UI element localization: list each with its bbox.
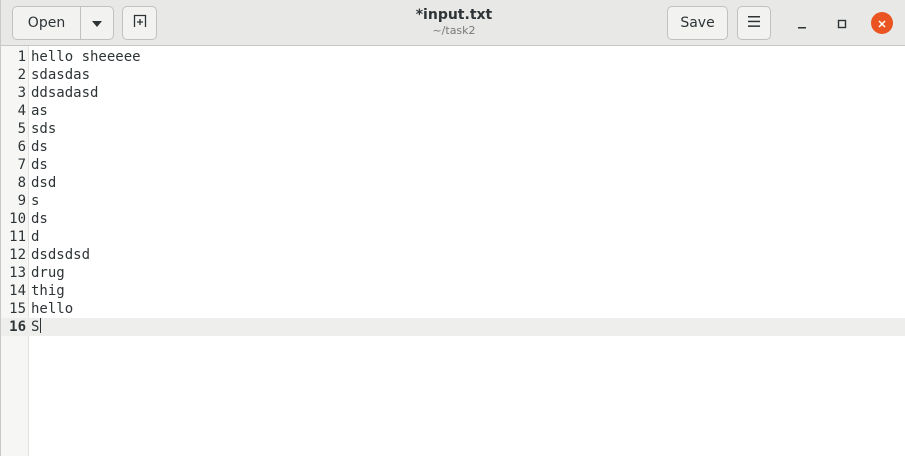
- line-text: sdasdas: [31, 67, 91, 83]
- save-button-label: Save: [680, 15, 715, 31]
- editor-line[interactable]: 11 d: [1, 228, 905, 246]
- line-text: drug: [31, 265, 65, 281]
- line-text: ds: [31, 139, 48, 155]
- text-editor-window: Open *input.txt ~/task2 Save 1 hello she…: [0, 0, 905, 456]
- editor-line[interactable]: 13 drug: [1, 264, 905, 282]
- line-number: 4: [17, 103, 26, 119]
- maximize-icon: [837, 14, 847, 33]
- line-text: ds: [31, 211, 48, 227]
- line-text: hello: [31, 301, 74, 317]
- text-cursor: [40, 318, 42, 333]
- line-number: 13: [9, 265, 26, 281]
- line-number: 12: [9, 247, 26, 263]
- line-text: sds: [31, 121, 57, 137]
- line-number: 10: [9, 211, 26, 227]
- editor-line[interactable]: 7 ds: [1, 156, 905, 174]
- line-number: 11: [9, 229, 26, 245]
- editor-line[interactable]: 5 sds: [1, 120, 905, 138]
- editor-line[interactable]: 12 dsdsdsd: [1, 246, 905, 264]
- line-text: d: [31, 229, 40, 245]
- open-recent-dropdown-button[interactable]: [80, 6, 114, 40]
- save-button[interactable]: Save: [667, 6, 728, 40]
- line-text: ds: [31, 157, 48, 173]
- editor-line[interactable]: 9s: [1, 192, 905, 210]
- editor-lines: 1 hello sheeeee 2 sdasdas 3 ddsadasd 4 as 5s…: [1, 48, 905, 336]
- minimize-button[interactable]: [791, 12, 813, 34]
- line-text: dsdsdsd: [31, 247, 91, 263]
- hamburger-menu-icon: [748, 15, 760, 31]
- editor-line[interactable]: 14 thig: [1, 282, 905, 300]
- line-number: 1: [17, 49, 26, 65]
- editor-line[interactable]: 2 sdasdas: [1, 66, 905, 84]
- line-number: 14: [9, 283, 26, 299]
- minimize-icon: [797, 14, 807, 33]
- main-menu-button[interactable]: [737, 6, 771, 40]
- new-tab-button[interactable]: [122, 6, 157, 40]
- line-text: ddsadasd: [31, 85, 99, 101]
- line-text: hello sheeeee: [31, 49, 141, 65]
- editor-line[interactable]: 4 as: [1, 102, 905, 120]
- editor-line[interactable]: 8 dsd: [1, 174, 905, 192]
- editor-line-current[interactable]: 16 S: [1, 318, 905, 336]
- line-text: S: [31, 319, 40, 335]
- maximize-button[interactable]: [831, 12, 853, 34]
- line-number: 7: [17, 157, 26, 173]
- document-title: *input.txt: [415, 7, 493, 23]
- close-icon: [877, 14, 887, 33]
- text-editor-area[interactable]: 1 hello sheeeee 2 sdasdas 3 ddsadasd 4 as 5s…: [1, 46, 905, 456]
- line-number: 5: [17, 121, 26, 137]
- editor-line[interactable]: 6 ds: [1, 138, 905, 156]
- line-text: as: [31, 103, 48, 119]
- close-button[interactable]: [871, 12, 893, 34]
- line-text: dsd: [31, 175, 57, 191]
- line-number: 9: [17, 193, 26, 209]
- editor-line[interactable]: 1 hello sheeeee: [1, 48, 905, 66]
- title-area: *input.txt ~/task2: [301, 6, 607, 38]
- line-number: 6: [17, 139, 26, 155]
- editor-line[interactable]: 15 hello: [1, 300, 905, 318]
- open-button-label: Open: [27, 15, 66, 31]
- editor-line[interactable]: 10 ds: [1, 210, 905, 228]
- new-tab-icon: [133, 14, 147, 32]
- line-number: 15: [9, 301, 26, 317]
- line-text: s: [31, 193, 40, 209]
- chevron-down-icon: [92, 15, 102, 31]
- line-text-with-cursor: S: [31, 318, 42, 336]
- open-button[interactable]: Open: [12, 6, 80, 40]
- line-number: 8: [17, 175, 26, 191]
- line-number: 16: [9, 319, 26, 335]
- editor-line[interactable]: 3 ddsadasd: [1, 84, 905, 102]
- header-bar: Open *input.txt ~/task2 Save: [1, 0, 905, 46]
- line-text: thig: [31, 283, 65, 299]
- line-number: 3: [17, 85, 26, 101]
- document-path: ~/task2: [432, 24, 476, 37]
- line-number: 2: [17, 67, 26, 83]
